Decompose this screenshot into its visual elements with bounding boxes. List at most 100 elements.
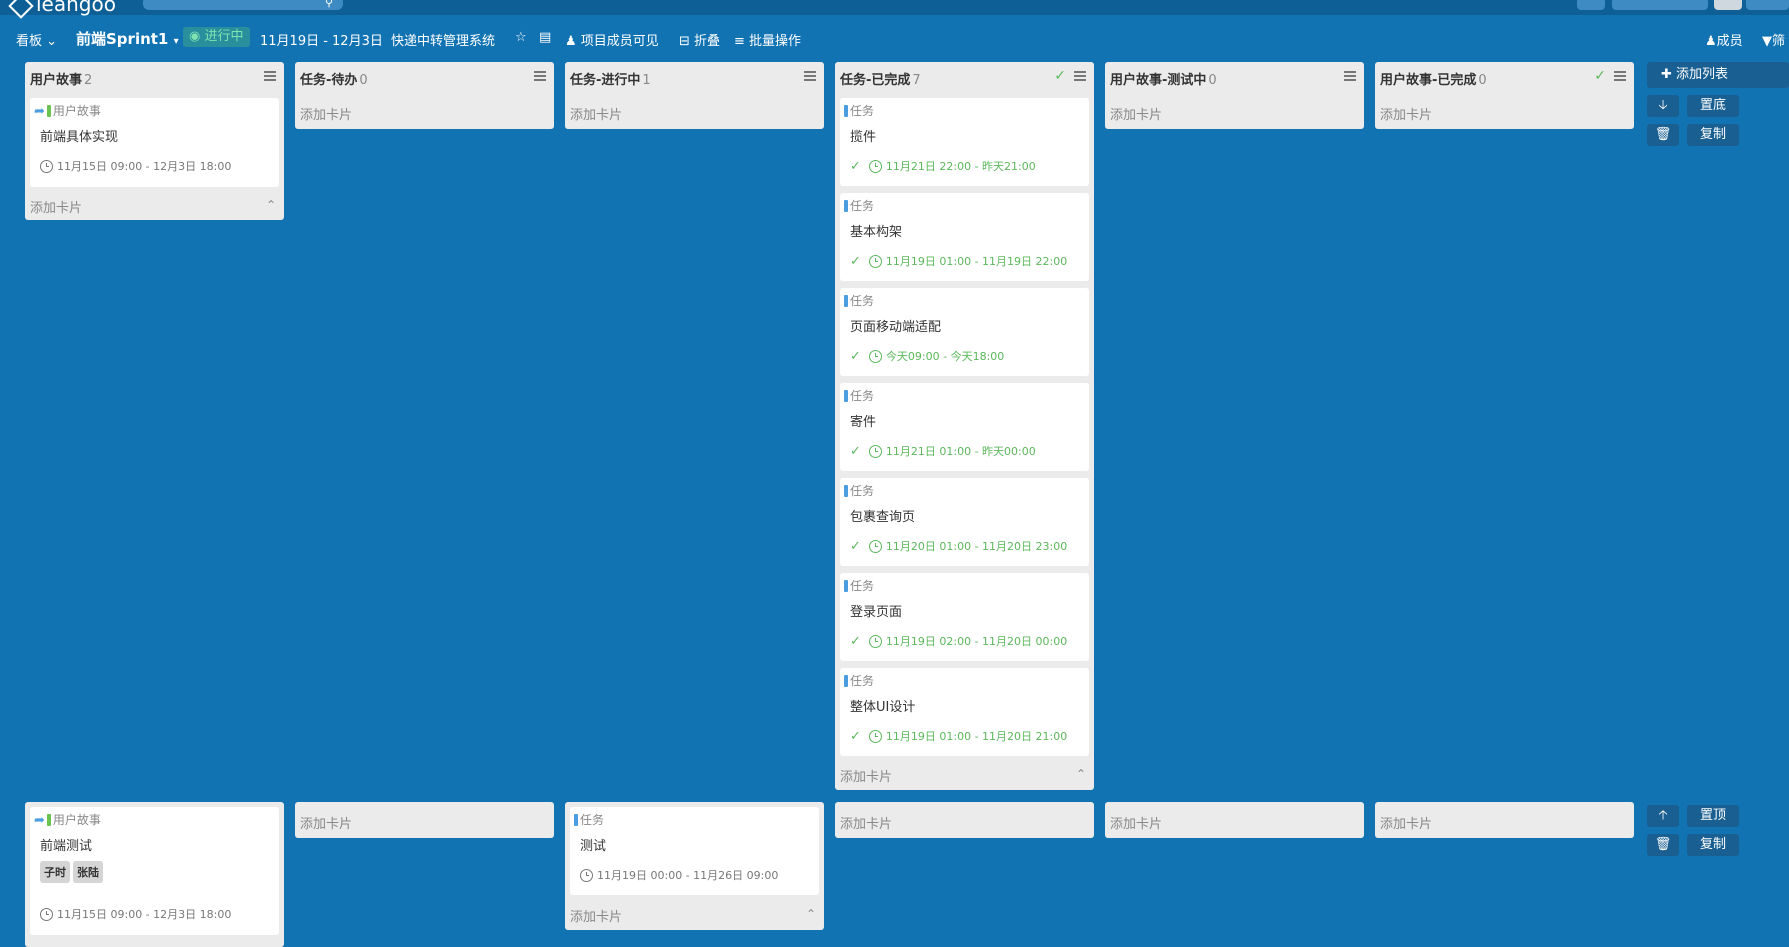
app-logo[interactable]: leangoo xyxy=(8,0,116,19)
card-task[interactable]: 任务 整体UI设计 ✓ 11月19日 01:00 - 11月20日 21:00 xyxy=(840,668,1089,756)
move-bottom-button[interactable]: 置底 xyxy=(1687,95,1739,117)
card-user-story[interactable]: ➦ 用户故事 前端具体实现 11月15日 09:00 - 12月3日 18:00 xyxy=(30,98,279,187)
menu-icon[interactable] xyxy=(1344,71,1356,81)
star-icon[interactable]: ☆ xyxy=(515,30,527,45)
list-title[interactable]: 用户故事 2 xyxy=(30,69,92,88)
chevron-down-icon: ⌄ xyxy=(46,34,58,49)
nav-button[interactable] xyxy=(1612,0,1708,10)
chevron-double-up-icon[interactable]: ⌃ xyxy=(1076,767,1086,781)
copy-button[interactable]: 复制 xyxy=(1687,834,1739,856)
view-switcher[interactable]: 看板 ⌄ xyxy=(16,30,57,49)
card-time: 11月15日 09:00 - 12月3日 18:00 xyxy=(40,158,231,174)
menu-icon[interactable] xyxy=(1074,71,1086,81)
move-down-icon[interactable]: 🡣 xyxy=(1647,95,1679,117)
card-type-label: 任务 xyxy=(850,294,875,308)
list-task-todo: 任务-待办 0 添加卡片 xyxy=(295,62,554,129)
list-count: 0 xyxy=(1208,73,1217,88)
filter-button[interactable]: ▼筛 xyxy=(1762,30,1785,49)
check-icon: ✓ xyxy=(850,634,861,649)
card-task[interactable]: 任务 包裹查询页 ✓ 11月20日 01:00 - 11月20日 23:00 xyxy=(840,478,1089,566)
menu-icon[interactable] xyxy=(1614,71,1626,81)
menu-icon[interactable] xyxy=(804,71,816,81)
batch-button[interactable]: ≡ 批量操作 xyxy=(734,30,801,49)
chart-icon[interactable]: ▤ xyxy=(539,30,551,45)
project-link[interactable]: 快递中转管理系统 xyxy=(391,30,495,49)
list-title[interactable]: 用户故事-测试中 0 xyxy=(1110,69,1217,88)
card-task[interactable]: 任务 基本构架 ✓ 11月19日 01:00 - 11月19日 22:00 xyxy=(840,193,1089,281)
card-task[interactable]: 任务 测试 11月19日 00:00 - 11月26日 09:00 xyxy=(570,807,819,895)
type-color-bar xyxy=(844,200,848,212)
add-card-link[interactable]: 添加卡片 xyxy=(30,197,82,216)
move-top-button[interactable]: 置顶 xyxy=(1687,805,1739,827)
add-card-link[interactable]: 添加卡片 xyxy=(570,104,622,123)
filter-label: 筛 xyxy=(1772,34,1786,49)
card-time: ✓ 11月20日 01:00 - 11月20日 23:00 xyxy=(850,538,1067,554)
add-card-link[interactable]: 添加卡片 xyxy=(570,906,622,925)
type-color-bar xyxy=(844,485,848,497)
clock-icon xyxy=(868,540,882,553)
card-task[interactable]: 任务 登录页面 ✓ 11月19日 02:00 - 11月20日 00:00 xyxy=(840,573,1089,661)
list-title[interactable]: 用户故事-已完成 0 xyxy=(1380,69,1487,88)
add-card-link[interactable]: 添加卡片 xyxy=(840,813,892,832)
visibility-button[interactable]: ♟ 项目成员可见 xyxy=(565,30,659,49)
add-card-link[interactable]: 添加卡片 xyxy=(1110,104,1162,123)
card-type: 任务 xyxy=(844,197,874,214)
add-card-link[interactable]: 添加卡片 xyxy=(1380,813,1432,832)
card-task[interactable]: 任务 揽件 ✓ 11月21日 22:00 - 昨天21:00 xyxy=(840,98,1089,186)
logo-icon xyxy=(8,0,34,19)
add-card-link[interactable]: 添加卡片 xyxy=(1380,104,1432,123)
add-list-button[interactable]: ✚ 添加列表 xyxy=(1647,62,1789,88)
card-task[interactable]: 任务 寄件 ✓ 11月21日 01:00 - 昨天00:00 xyxy=(840,383,1089,471)
nav-button[interactable] xyxy=(1746,0,1789,10)
card-title: 寄件 xyxy=(850,415,877,430)
trash-icon[interactable]: 🗑 xyxy=(1647,124,1679,146)
member-tag[interactable]: 子时 xyxy=(40,861,70,883)
list-count: 7 xyxy=(912,73,921,88)
check-icon: ✓ xyxy=(850,444,861,459)
group-icon: ♟ xyxy=(565,34,577,49)
trash-icon[interactable]: 🗑 xyxy=(1647,834,1679,856)
search-icon[interactable]: ⚲ xyxy=(325,0,333,9)
add-card-link[interactable]: 添加卡片 xyxy=(1110,813,1162,832)
list-title[interactable]: 任务-待办 0 xyxy=(300,69,368,88)
date-range[interactable]: 11月19日 - 12月3日 xyxy=(260,30,383,49)
collapse-button[interactable]: ⊟ 折叠 xyxy=(679,30,720,49)
user-avatar[interactable] xyxy=(1714,0,1742,10)
card-type: 任务 xyxy=(844,102,874,119)
chevron-double-up-icon[interactable]: ⌃ xyxy=(806,907,816,921)
type-color-bar xyxy=(844,390,848,402)
menu-icon[interactable] xyxy=(264,71,276,81)
clock-icon xyxy=(868,445,882,458)
batch-label: 批量操作 xyxy=(749,34,802,49)
card-time: ✓ 11月21日 22:00 - 昨天21:00 xyxy=(850,158,1036,174)
add-card-link[interactable]: 添加卡片 xyxy=(300,104,352,123)
card-tags: 子时 张陆 xyxy=(40,861,106,883)
card-task[interactable]: 任务 页面移动端适配 ✓ 今天09:00 - 今天18:00 xyxy=(840,288,1089,376)
type-color-bar xyxy=(844,675,848,687)
menu-icon[interactable] xyxy=(534,71,546,81)
chevron-double-up-icon[interactable]: ⌃ xyxy=(266,198,276,212)
card-user-story[interactable]: ➦ 用户故事 前端测试 子时 张陆 11月15日 09:00 - 12月3日 18:… xyxy=(30,807,279,935)
list-title[interactable]: 任务-进行中 1 xyxy=(570,69,651,88)
copy-button[interactable]: 复制 xyxy=(1687,124,1739,146)
status-badge[interactable]: ◉ 进行中 xyxy=(183,27,250,47)
list-title[interactable]: 任务-已完成 7 xyxy=(840,69,921,88)
card-title: 包裹查询页 xyxy=(850,510,916,525)
add-card-link[interactable]: 添加卡片 xyxy=(840,766,892,785)
move-up-icon[interactable]: 🡡 xyxy=(1647,805,1679,827)
nav-button[interactable] xyxy=(1577,0,1605,10)
members-label: 成员 xyxy=(1716,34,1743,49)
card-title: 前端具体实现 xyxy=(40,130,119,145)
clock-icon xyxy=(868,160,882,173)
board-name[interactable]: 前端Sprint1 ▾ xyxy=(76,28,179,49)
card-type: 任务 xyxy=(844,577,874,594)
add-card-link[interactable]: 添加卡片 xyxy=(300,813,352,832)
type-color-bar xyxy=(844,105,848,117)
clock-icon xyxy=(580,869,593,882)
member-tag[interactable]: 张陆 xyxy=(73,861,103,883)
search-input[interactable]: ⚲ xyxy=(143,0,343,10)
type-color-bar xyxy=(844,295,848,307)
members-button[interactable]: ♟成员 xyxy=(1705,30,1743,49)
clock-icon xyxy=(40,160,53,173)
type-color-bar xyxy=(46,814,51,826)
